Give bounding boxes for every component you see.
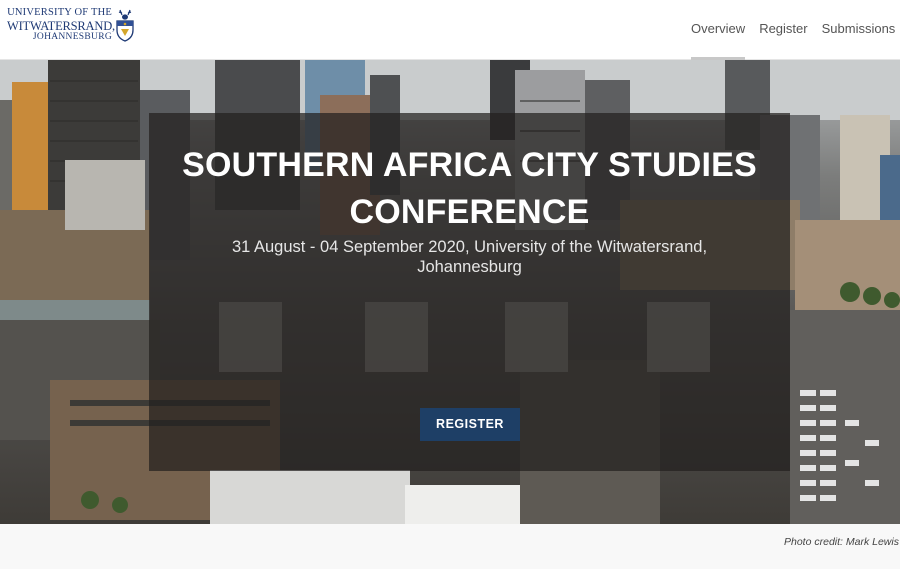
hero-section: SOUTHERN AFRICA CITY STUDIES CONFERENCE … [0, 60, 900, 524]
register-button[interactable]: REGISTER [420, 408, 520, 441]
date-location-line-2: Johannesburg [417, 258, 522, 276]
conference-title: SOUTHERN AFRICA CITY STUDIES CONFERENCE [149, 142, 790, 236]
conference-date-location: 31 August - 04 September 2020, Universit… [149, 237, 790, 277]
logo-wordmark: UNIVERSITY OF THE WITWATERSRAND, JOHANNE… [7, 7, 115, 43]
logo-line-3: JOHANNESBURG [32, 32, 112, 42]
photo-credit: Photo credit: Mark Lewis ( [784, 536, 900, 548]
nav-overview[interactable]: Overview [691, 0, 746, 60]
main-nav: Overview Register Submissions C [691, 0, 900, 60]
countdown-box [647, 302, 710, 372]
wits-crest-icon [116, 9, 134, 42]
date-location-line-1: 31 August - 04 September 2020, Universit… [231, 238, 708, 256]
logo-line-2: WITWATERSRAND, [7, 18, 115, 33]
site-header: UNIVERSITY OF THE WITWATERSRAND, JOHANNE… [0, 0, 900, 60]
nav-register[interactable]: Register [759, 0, 807, 60]
countdown-box [365, 302, 428, 372]
nav-submissions[interactable]: Submissions [822, 0, 896, 60]
photo-credit-bar: Photo credit: Mark Lewis ( [0, 524, 900, 569]
countdown-box [219, 302, 282, 372]
conference-title-line-1: SOUTHERN AFRICA CITY STUDIES [182, 146, 757, 184]
conference-title-line-2: CONFERENCE [349, 193, 590, 231]
university-logo[interactable]: UNIVERSITY OF THE WITWATERSRAND, JOHANNE… [7, 7, 137, 52]
countdown-box [505, 302, 568, 372]
logo-line-1: UNIVERSITY OF THE [7, 7, 112, 18]
